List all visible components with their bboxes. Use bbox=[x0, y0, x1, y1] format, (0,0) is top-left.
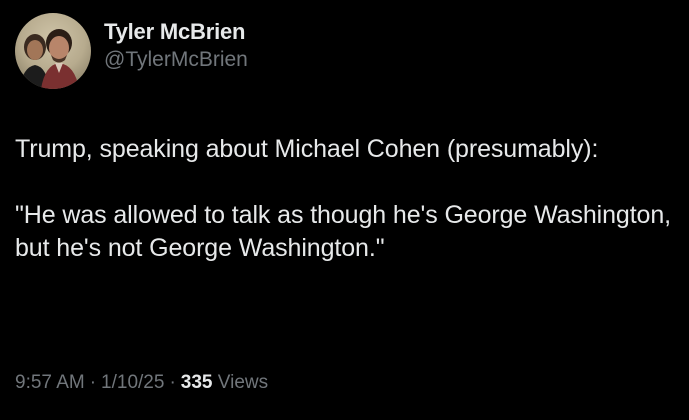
views-count[interactable]: 335 bbox=[181, 372, 213, 393]
avatar[interactable] bbox=[15, 13, 91, 89]
author-handle[interactable]: @TylerMcBrien bbox=[104, 46, 248, 74]
tweet-paragraph: Trump, speaking about Michael Cohen (pre… bbox=[15, 135, 599, 163]
views-label: Views bbox=[217, 372, 269, 393]
tweet-date[interactable]: 1/10/25 bbox=[101, 372, 164, 393]
meta-separator: · bbox=[169, 372, 176, 393]
avatar-image bbox=[15, 13, 91, 89]
tweet-paragraph: "He was allowed to talk as though he's G… bbox=[15, 201, 672, 262]
author-display-name[interactable]: Tyler McBrien bbox=[104, 18, 248, 46]
tweet-text: Trump, speaking about Michael Cohen (pre… bbox=[15, 133, 675, 265]
meta-separator: · bbox=[89, 372, 97, 393]
tweet-card: Tyler McBrien @TylerMcBrien Trump, speak… bbox=[0, 0, 689, 420]
author-names: Tyler McBrien @TylerMcBrien bbox=[104, 18, 248, 74]
tweet-header: Tyler McBrien @TylerMcBrien bbox=[15, 13, 248, 89]
tweet-time[interactable]: 9:57 AM bbox=[15, 372, 85, 393]
tweet-meta: 9:57 AM · 1/10/25 · 335 Views bbox=[15, 370, 268, 396]
